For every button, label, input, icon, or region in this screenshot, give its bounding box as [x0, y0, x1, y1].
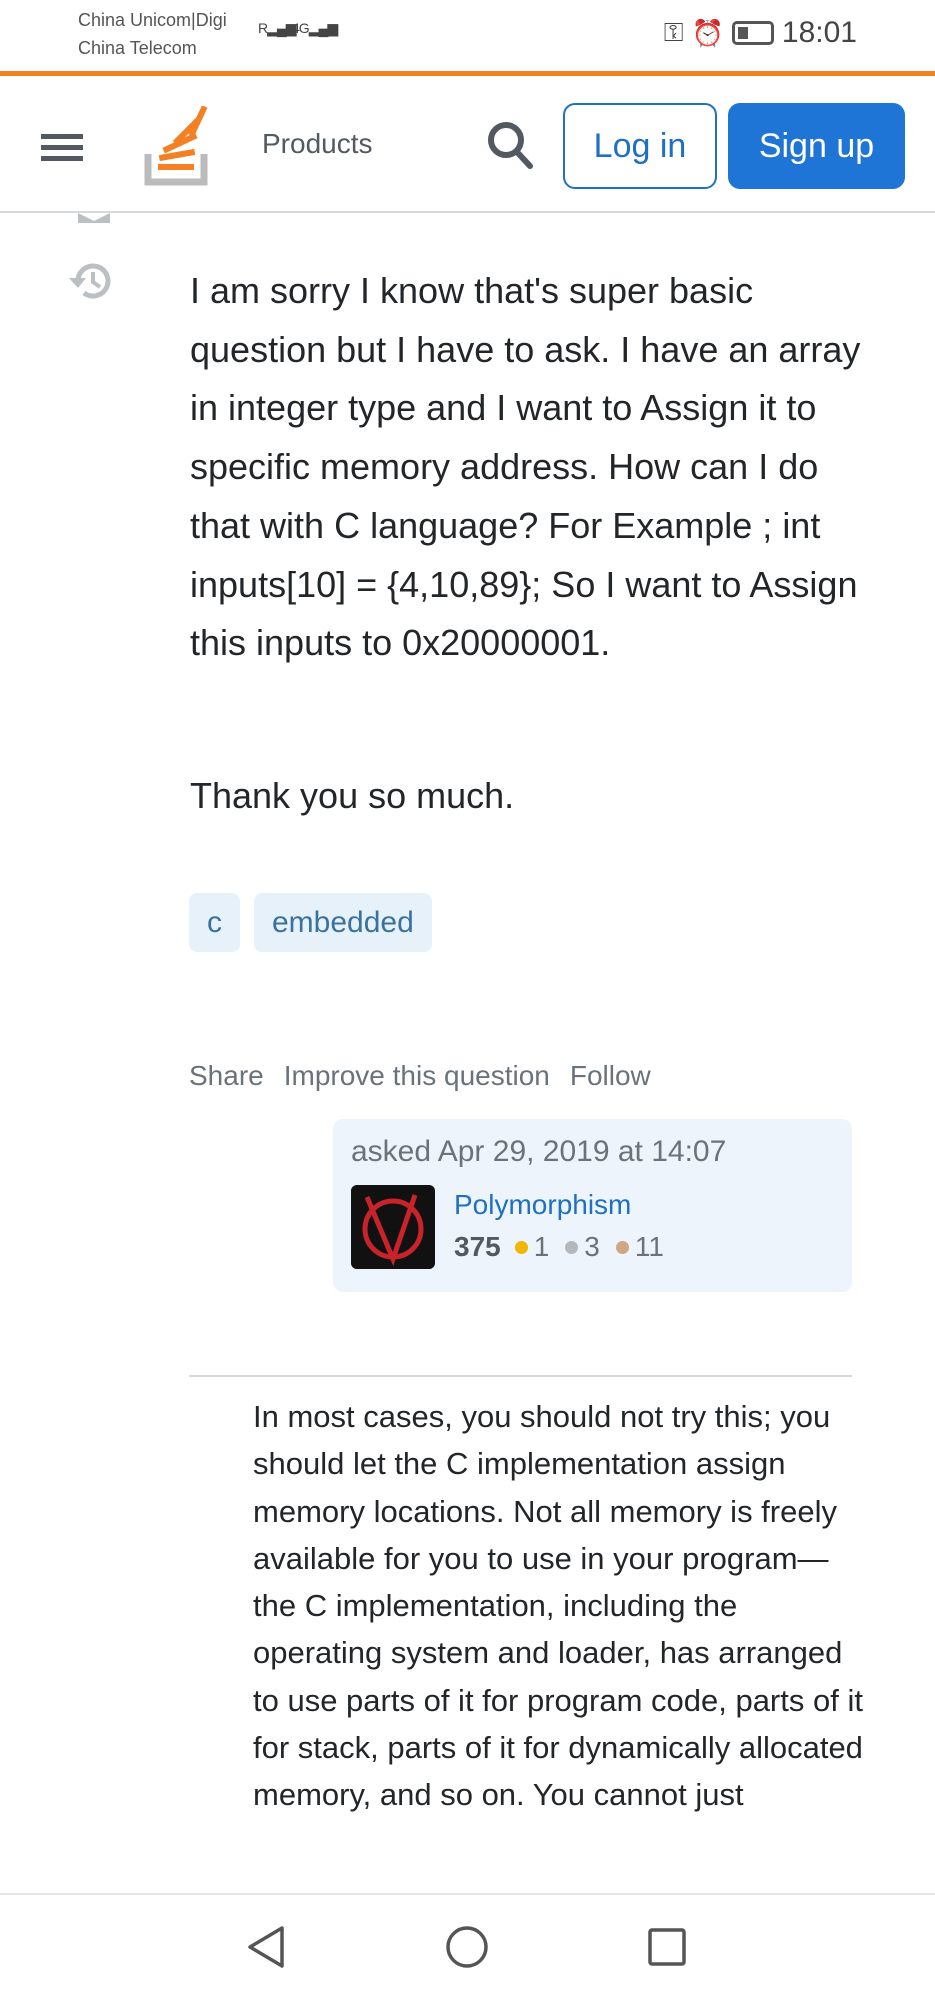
home-icon[interactable]: [445, 1925, 489, 1969]
bronze-badge-icon: [615, 1240, 629, 1254]
user-name-link[interactable]: Polymorphism: [454, 1189, 631, 1221]
tag-c[interactable]: c: [189, 893, 240, 952]
asked-date: asked Apr 29, 2019 at 14:07: [351, 1135, 727, 1168]
answer-body: In most cases, you should not try this; …: [253, 1399, 863, 1813]
signal-4g-icon: 4G▂▄▆: [292, 20, 338, 36]
login-button[interactable]: Log in: [563, 103, 717, 189]
top-bar: Products Log in Sign up: [0, 76, 935, 213]
stackoverflow-logo[interactable]: [144, 106, 210, 186]
clock: 18:01: [781, 16, 857, 49]
gold-badge-icon: [514, 1240, 528, 1254]
carrier-2: China Telecom: [78, 38, 197, 58]
search-icon[interactable]: [486, 120, 534, 170]
improve-question-link[interactable]: Improve this question: [284, 1060, 550, 1092]
alarm-icon: ⏰: [691, 17, 724, 48]
menu-icon[interactable]: [41, 134, 83, 161]
key-icon: ⚿: [663, 17, 684, 47]
recents-icon[interactable]: [647, 1925, 687, 1969]
history-icon[interactable]: [66, 258, 116, 304]
vote-icon[interactable]: [78, 213, 110, 223]
system-nav-bar: [0, 1893, 935, 2000]
divider: [189, 1375, 852, 1377]
status-bar: China Unicom|Digi China Telecom R▂▄▆ 4G▂…: [0, 0, 935, 72]
share-link[interactable]: Share: [189, 1060, 264, 1092]
question-body: I am sorry I know that's super basic que…: [190, 270, 861, 664]
avatar[interactable]: [351, 1185, 435, 1269]
user-card: asked Apr 29, 2019 at 14:07 Polymorphism…: [333, 1119, 852, 1292]
post-actions: Share Improve this question Follow: [189, 1060, 651, 1092]
battery-icon: [731, 21, 774, 45]
products-menu[interactable]: Products: [262, 128, 373, 160]
tag-list: c embedded: [189, 893, 432, 952]
back-icon[interactable]: [246, 1925, 286, 1969]
carrier-1: China Unicom|Digi: [78, 10, 227, 30]
follow-link[interactable]: Follow: [570, 1060, 651, 1092]
tag-embedded[interactable]: embedded: [254, 893, 432, 952]
question-thanks: Thank you so much.: [190, 775, 515, 816]
signup-button[interactable]: Sign up: [728, 103, 905, 189]
signal-icon: R▂▄▆: [258, 20, 297, 36]
silver-badge-icon: [565, 1240, 579, 1254]
user-reputation: 375 1 3 11: [454, 1231, 664, 1262]
